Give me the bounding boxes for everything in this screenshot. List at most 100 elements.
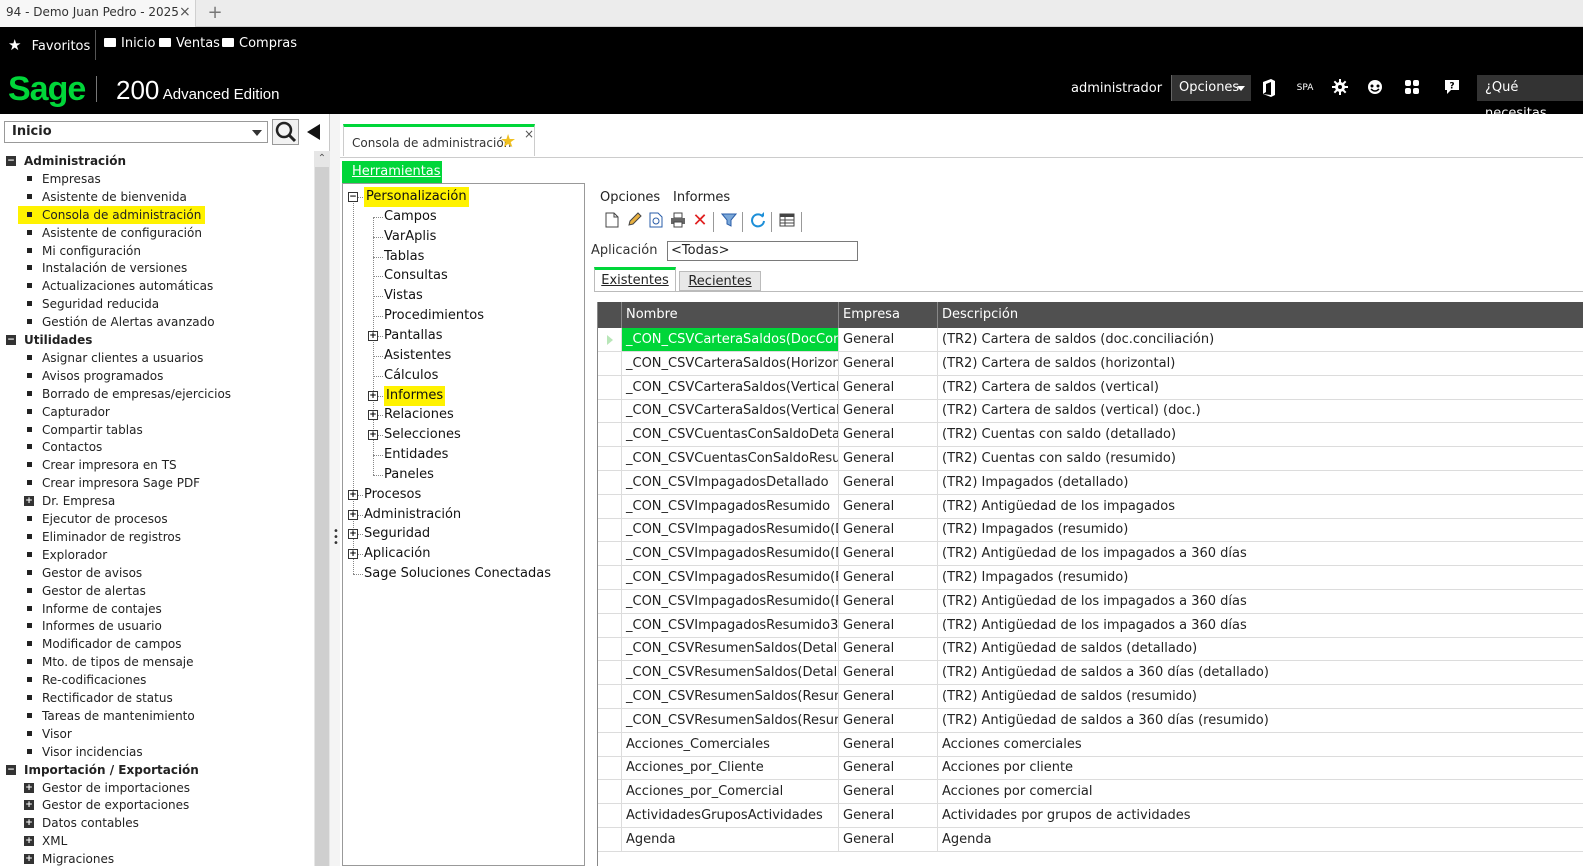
tools-tree-node[interactable]: VarAplis [343, 227, 583, 247]
table-row[interactable]: _CON_CSVImpagadosResumido360 General (TR2)… [598, 613, 1583, 638]
tools-tree-node[interactable]: + Relaciones [343, 405, 583, 425]
tools-tree-node[interactable]: + Informes [343, 385, 583, 406]
row-indicator[interactable] [598, 661, 622, 685]
close-icon[interactable]: × [524, 127, 534, 141]
tools-tree-node[interactable]: + Aplicación [343, 544, 583, 564]
nav-item[interactable]: Explorador [0, 546, 300, 564]
expand-icon[interactable]: + [348, 509, 358, 520]
expand-icon[interactable]: + [24, 800, 34, 811]
row-indicator[interactable] [598, 542, 622, 566]
table-row[interactable]: _CON_CSVResumenSaldos(Resumi... General (T… [598, 685, 1583, 709]
favorites-button[interactable]: ★ Favoritos [8, 36, 90, 54]
document-tab[interactable]: 94 - Demo Juan Pedro - 2025 × [0, 0, 196, 27]
nav-search-button[interactable] [272, 119, 299, 145]
cell-nombre[interactable]: _CON_CSVCarteraSaldos(Horizontal) [622, 351, 839, 375]
user-name[interactable]: administrador [1071, 81, 1162, 96]
cell-descripcion[interactable]: (TR2) Cartera de saldos (vertical) (doc.… [938, 399, 1583, 422]
row-indicator[interactable] [598, 804, 622, 827]
row-indicator[interactable] [598, 399, 622, 423]
row-indicator[interactable] [598, 756, 622, 780]
cell-nombre[interactable]: _CON_CSVImpagadosResumido [622, 494, 839, 518]
tools-tree-node[interactable]: Consultas [343, 266, 583, 286]
table-row[interactable]: _CON_CSVImpagadosResumido(De...General(T… [598, 542, 1583, 567]
nav-item[interactable]: + Gestor de exportaciones [0, 796, 300, 814]
nav-item[interactable]: Gestor de alertas [0, 582, 300, 600]
cell-empresa[interactable]: General [839, 423, 938, 447]
language-button[interactable]: SPA [1294, 79, 1316, 97]
cell-empresa[interactable]: General [839, 399, 938, 423]
cell-empresa[interactable]: General [839, 589, 938, 613]
nav-item[interactable]: Rectificador de status [0, 689, 300, 707]
table-row[interactable]: Acciones_por_Comercial General Acciones po… [598, 780, 1583, 805]
expand-icon[interactable]: + [348, 549, 358, 560]
cell-descripcion[interactable]: (TR2) Antigüedad de saldos (detallado) [938, 637, 1583, 660]
cell-nombre[interactable]: ActividadesGruposActividades [622, 804, 839, 827]
gear-icon[interactable] [1331, 79, 1349, 97]
cell-descripcion[interactable]: Acciones por cliente [938, 756, 1583, 779]
cell-nombre[interactable]: _CON_CSVCuentasConSaldoResumi... [622, 447, 839, 470]
expand-icon[interactable]: + [368, 430, 378, 441]
tab-existentes[interactable]: Existentes [594, 267, 676, 291]
table-row[interactable]: Acciones_Comerciales General Acciones come… [598, 732, 1583, 757]
cell-nombre[interactable]: _CON_CSVResumenSaldos(Detallad... [622, 661, 839, 685]
expand-icon[interactable]: + [24, 496, 34, 507]
row-indicator[interactable] [598, 423, 622, 447]
application-filter-input[interactable]: <Todas> [667, 241, 858, 261]
menu-informes[interactable]: Informes [673, 190, 730, 205]
chevron-up-icon[interactable]: ⌃ [314, 151, 330, 167]
table-row[interactable]: _CON_CSVResumenSaldos(Detallad...General… [598, 661, 1583, 686]
tools-tree-node[interactable]: − Personalización [343, 187, 583, 207]
cell-nombre[interactable]: _CON_CSVCarteraSaldos(DocConcil... [622, 328, 839, 351]
row-indicator[interactable] [598, 732, 622, 756]
cell-empresa[interactable]: General [839, 804, 938, 827]
expand-icon[interactable]: + [368, 330, 378, 341]
cell-empresa[interactable]: General [839, 685, 938, 708]
cell-descripcion[interactable]: (TR2) Cuentas con saldo (resumido) [938, 447, 1583, 470]
cell-nombre[interactable]: _CON_CSVImpagadosResumido(De... [622, 542, 839, 566]
tools-tab[interactable]: Herramientas [342, 161, 442, 183]
nav-item[interactable]: Visor [0, 725, 300, 743]
office-icon[interactable] [1260, 79, 1278, 97]
nav-item[interactable]: + XML [0, 832, 300, 850]
cell-descripcion[interactable]: (TR2) Antigüedad de los impagados a 360 … [938, 614, 1583, 637]
table-row[interactable]: _CON_CSVResumenSaldos(Resumi... General (T… [598, 708, 1583, 733]
cell-empresa[interactable]: General [839, 447, 938, 470]
expand-icon[interactable]: + [368, 390, 378, 401]
cell-nombre[interactable]: _CON_CSVImpagadosDetallado [622, 470, 839, 494]
new-document-icon[interactable] [603, 212, 621, 230]
table-row[interactable]: _CON_CSVCarteraSaldos(Vertical) General (T… [598, 375, 1583, 400]
properties-icon[interactable] [647, 212, 665, 230]
table-row[interactable]: _CON_CSVImpagadosResumido(De...General(T… [598, 518, 1583, 543]
tools-tree-node[interactable]: + Administración [343, 505, 583, 525]
tools-tree-node[interactable]: Vistas [343, 286, 583, 306]
nav-item[interactable]: + Dr. Empresa [0, 492, 300, 510]
nav-item[interactable]: Compartir tablas [0, 421, 300, 439]
table-row[interactable]: _CON_CSVCuentasConSaldoDetalla...General… [598, 423, 1583, 448]
expand-icon[interactable]: + [24, 836, 34, 847]
tools-tree-node[interactable]: Cálculos [343, 366, 583, 386]
table-view-icon[interactable] [778, 212, 796, 230]
new-tab-button[interactable]: + [202, 2, 228, 24]
tools-tree-node[interactable]: Sage Soluciones Conectadas [343, 564, 583, 584]
scrollbar-thumb[interactable] [315, 167, 329, 866]
tab-recientes[interactable]: Recientes [679, 271, 761, 291]
row-indicator[interactable] [598, 708, 622, 732]
cell-descripcion[interactable]: (TR2) Antigüedad de saldos (resumido) [938, 685, 1583, 708]
cell-empresa[interactable]: General [839, 566, 938, 589]
cell-descripcion[interactable]: Agenda [938, 828, 1583, 851]
nav-item[interactable]: + Datos contables [0, 814, 300, 832]
cell-empresa[interactable]: General [839, 494, 938, 518]
section-selector[interactable]: Inicio [4, 121, 268, 143]
column-header-descripcion[interactable]: Descripción [938, 302, 1583, 328]
collapse-panel-button[interactable] [304, 121, 324, 143]
nav-item[interactable]: Tareas de mantenimiento [0, 707, 300, 725]
expand-icon[interactable]: + [348, 489, 358, 500]
favorite-star-icon[interactable]: ★ [500, 131, 516, 152]
drag-handle-icon[interactable]: • • • [333, 527, 339, 549]
cell-nombre[interactable]: _CON_CSVImpagadosResumido(Re... [622, 566, 839, 589]
refresh-icon[interactable] [749, 212, 767, 230]
nav-item[interactable]: Contactos [0, 438, 300, 456]
nav-item[interactable]: Informes de usuario [0, 617, 300, 635]
menu-opciones[interactable]: Opciones [600, 190, 660, 205]
expand-icon[interactable]: + [348, 529, 358, 540]
